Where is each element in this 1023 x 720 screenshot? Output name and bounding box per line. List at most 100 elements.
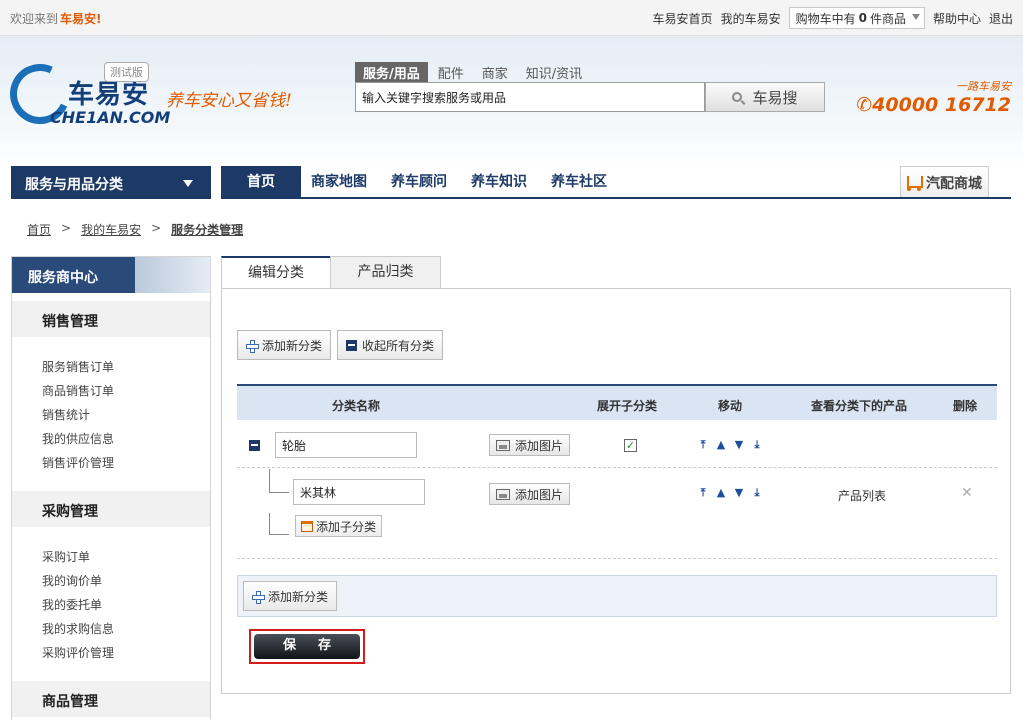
sidebar-item-sales-stats[interactable]: 销售统计	[42, 403, 210, 427]
move-down-icon[interactable]: ▼	[733, 439, 745, 450]
collapse-all-button[interactable]: 收起所有分类	[337, 330, 444, 360]
product-list-link[interactable]: 产品列表	[838, 487, 886, 504]
sidebar-item-purchase-orders[interactable]: 采购订单	[42, 545, 210, 569]
add-image-button[interactable]: 添加图片	[489, 483, 571, 505]
move-bottom-icon[interactable]: ⤓	[751, 439, 763, 450]
sidebar-head: 服务商中心	[12, 257, 210, 293]
add-category-button-bottom[interactable]: 添加新分类	[243, 581, 338, 611]
add-subcategory-label: 添加子分类	[316, 519, 377, 534]
category-name-input[interactable]: 轮胎	[275, 432, 417, 458]
search-tab-parts[interactable]: 配件	[430, 62, 472, 83]
category-name-input[interactable]: 米其林	[293, 479, 425, 505]
search-tab-knowledge[interactable]: 知识/资讯	[518, 62, 590, 83]
nav-home[interactable]: 首页	[221, 166, 301, 199]
search-tab-services[interactable]: 服务/用品	[355, 62, 428, 83]
search-button-label: 车易搜	[752, 88, 798, 107]
col-delete: 删除	[953, 399, 978, 413]
sidebar-item-wanted[interactable]: 我的求购信息	[42, 617, 210, 641]
auto-parts-mall-button[interactable]: 汽配商城	[900, 166, 989, 197]
category-panel: 添加新分类 收起所有分类 分类名称 展开子分类 移动 查看分类下的产品 删除 轮…	[221, 288, 1011, 694]
search-icon	[732, 92, 743, 102]
sidebar-item-purchase-reviews[interactable]: 采购评价管理	[42, 641, 210, 665]
add-category-label: 添加新分类	[262, 338, 323, 353]
top-links: 车易安首页 我的车易安 购物车中有 0 件商品 帮助中心 退出	[653, 7, 1013, 29]
add-image-label: 添加图片	[515, 487, 564, 502]
save-button[interactable]: 保存	[254, 634, 360, 659]
my-account-link[interactable]: 我的车易安	[721, 10, 781, 27]
mall-label: 汽配商城	[926, 176, 982, 192]
col-view-products: 查看分类下的产品	[811, 399, 908, 413]
sidebar-item-service-orders[interactable]: 服务销售订单	[42, 355, 210, 379]
sidebar-section-title: 采购管理	[12, 491, 210, 527]
nav-car-advisor[interactable]: 养车顾问	[391, 166, 447, 199]
table-row: 米其林 添加图片 ⤒ ▲ ▼ ⤓ 产品列表 ✕ 添加子分类	[237, 469, 997, 559]
sidebar-item-product-orders[interactable]: 商品销售订单	[42, 379, 210, 403]
move-controls: ⤒ ▲ ▼ ⤓	[697, 439, 763, 450]
main-tabs: 编辑分类 产品归类	[221, 256, 1011, 289]
expand-checkbox[interactable]: ✓	[624, 439, 637, 452]
sidebar: 服务商中心 销售管理 服务销售订单 商品销售订单 销售统计 我的供应信息 销售评…	[11, 256, 211, 720]
sidebar-item-inquiries[interactable]: 我的询价单	[42, 569, 210, 593]
breadcrumb-mine[interactable]: 我的车易安	[81, 221, 141, 238]
delete-icon[interactable]: ✕	[961, 485, 973, 501]
move-top-icon[interactable]: ⤒	[697, 439, 709, 450]
nav-merchant-map[interactable]: 商家地图	[311, 166, 367, 199]
chevron-down-icon	[911, 14, 920, 20]
help-link[interactable]: 帮助中心	[933, 10, 981, 27]
tab-edit-category[interactable]: 编辑分类	[221, 256, 331, 289]
search-tabs: 服务/用品 配件 商家 知识/资讯	[355, 62, 590, 83]
sidebar-section-title: 商品管理	[12, 681, 210, 717]
col-name: 分类名称	[332, 399, 381, 413]
move-down-icon[interactable]: ▼	[733, 487, 745, 498]
search-button[interactable]: 车易搜	[705, 82, 825, 112]
sidebar-item-entrusts[interactable]: 我的委托单	[42, 593, 210, 617]
logout-link[interactable]: 退出	[989, 10, 1013, 27]
plus-icon	[252, 590, 265, 604]
hotline: 一路车易安 ✆40000 16712	[856, 78, 1011, 116]
col-expand: 展开子分类	[597, 399, 658, 413]
save-highlight: 保存	[249, 629, 365, 664]
breadcrumb-current[interactable]: 服务分类管理	[171, 221, 243, 238]
breadcrumb-sep: >	[151, 221, 162, 235]
logo-en: CHE1AN.COM	[50, 108, 171, 127]
welcome-text: 欢迎来到 车易安!	[10, 10, 102, 27]
collapse-icon[interactable]	[249, 440, 260, 451]
chevron-down-icon	[183, 180, 193, 187]
cart-suffix: 件商品	[869, 11, 906, 26]
sidebar-item-supply-info[interactable]: 我的供应信息	[42, 427, 210, 451]
sidebar-section-products: 商品管理	[12, 681, 210, 717]
move-up-icon[interactable]: ▲	[715, 439, 727, 450]
table-row: 轮胎 添加图片 ✓ ⤒ ▲ ▼ ⤓	[237, 422, 997, 468]
image-icon	[496, 439, 510, 451]
tab-product-classify[interactable]: 产品归类	[330, 256, 441, 289]
main-nav: 首页 商家地图 养车顾问 养车知识 养车社区 汽配商城	[221, 166, 1011, 199]
tree-connector	[269, 513, 289, 535]
breadcrumb-home[interactable]: 首页	[27, 221, 51, 238]
add-subcategory-button[interactable]: 添加子分类	[295, 515, 383, 537]
cart-prefix: 购物车中有	[795, 11, 856, 26]
collapse-all-label: 收起所有分类	[362, 338, 435, 353]
top-bar: 欢迎来到 车易安! 车易安首页 我的车易安 购物车中有 0 件商品 帮助中心 退出	[0, 0, 1023, 36]
subcategory-icon	[301, 520, 313, 532]
site-home-link[interactable]: 车易安首页	[653, 10, 713, 27]
sidebar-section-title: 销售管理	[12, 301, 210, 337]
bottom-add-bar: 添加新分类	[237, 575, 997, 617]
cart-dropdown[interactable]: 购物车中有 0 件商品	[788, 7, 925, 29]
slogan: 养车安心又省钱!	[166, 91, 292, 111]
category-menu[interactable]: 服务与用品分类	[11, 166, 211, 199]
add-category-button[interactable]: 添加新分类	[237, 330, 332, 360]
cart-icon	[907, 176, 923, 191]
table-header: 分类名称 展开子分类 移动 查看分类下的产品 删除	[237, 384, 997, 420]
move-up-icon[interactable]: ▲	[715, 487, 727, 498]
move-bottom-icon[interactable]: ⤓	[751, 487, 763, 498]
nav-car-community[interactable]: 养车社区	[551, 166, 607, 199]
move-top-icon[interactable]: ⤒	[697, 487, 709, 498]
nav-car-knowledge[interactable]: 养车知识	[471, 166, 527, 199]
breadcrumb: 首页 > 我的车易安 > 服务分类管理	[27, 221, 243, 238]
add-image-button[interactable]: 添加图片	[489, 434, 571, 456]
hotline-tag: 一路车易安	[956, 80, 1011, 93]
sidebar-item-sales-reviews[interactable]: 销售评价管理	[42, 451, 210, 475]
search-tab-merchants[interactable]: 商家	[474, 62, 516, 83]
search-input[interactable]: 输入关键字搜索服务或用品	[355, 82, 705, 112]
welcome-label: 欢迎来到	[10, 12, 59, 26]
